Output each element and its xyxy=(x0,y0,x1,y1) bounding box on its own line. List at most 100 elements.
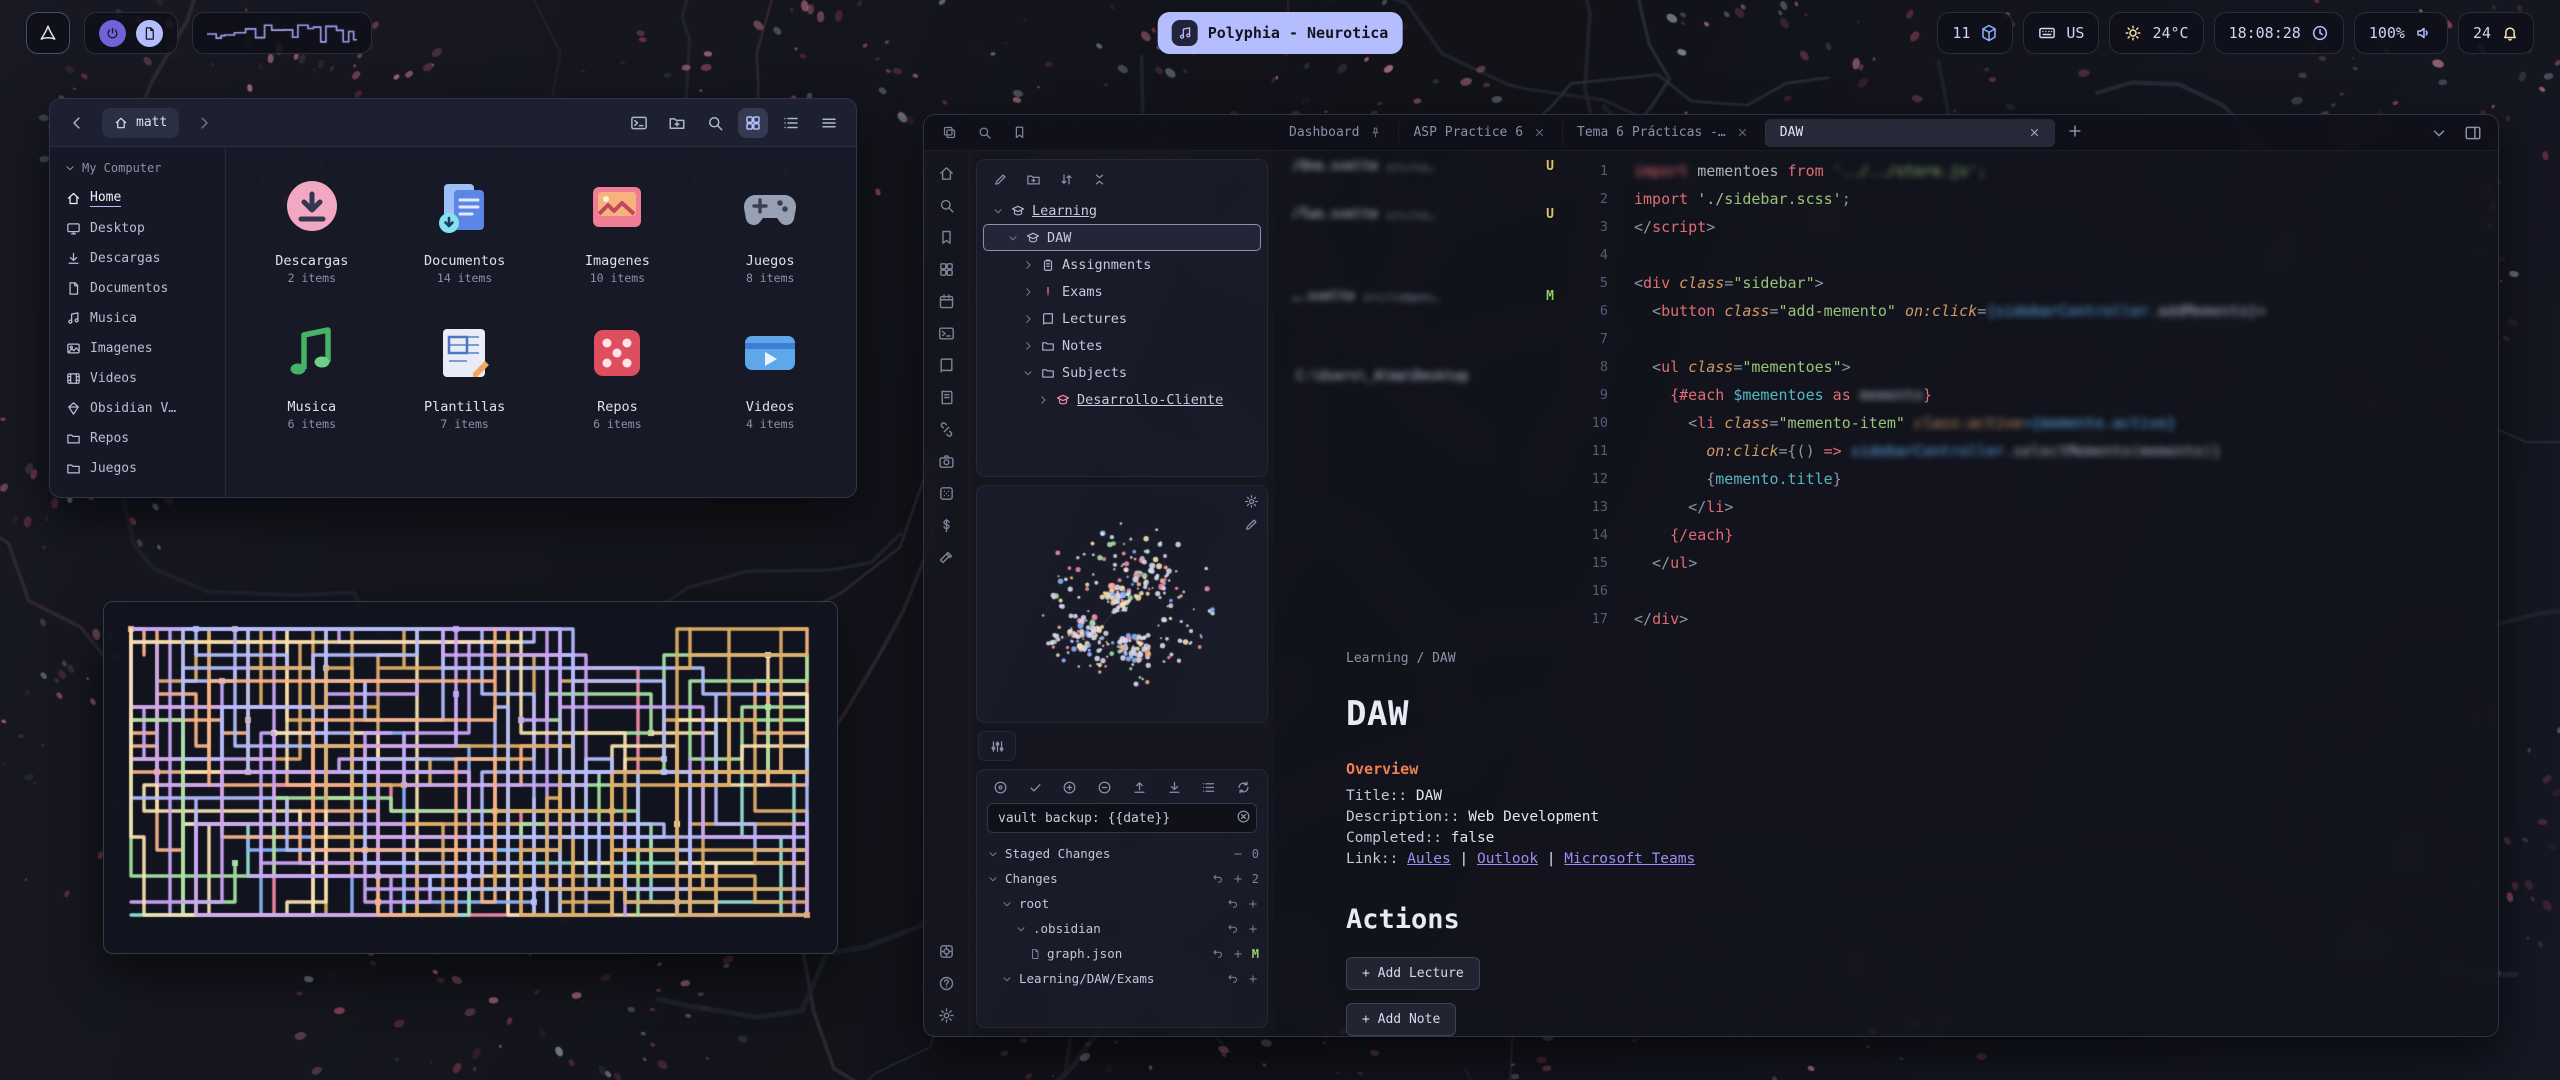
new-folder-icon[interactable] xyxy=(1026,172,1041,187)
canvas-icon[interactable] xyxy=(938,261,955,278)
sidebar-item-descargas[interactable]: Descargas xyxy=(58,243,217,273)
folder-musica[interactable]: Musica6 items xyxy=(237,315,387,431)
plus-icon[interactable] xyxy=(1232,873,1244,885)
folder-juegos[interactable]: Juegos8 items xyxy=(695,169,845,285)
undo-icon[interactable] xyxy=(1212,948,1224,960)
push-icon[interactable] xyxy=(1132,780,1147,795)
notes-button[interactable] xyxy=(136,20,163,47)
git-row-learning-daw-exams[interactable]: Learning/DAW/Exams xyxy=(985,966,1259,991)
scm-file[interactable]: /Two.sveltesrc/co…U xyxy=(1292,207,1554,222)
new-folder-button[interactable] xyxy=(662,108,692,138)
sidebar-item-juegos[interactable]: Juegos xyxy=(58,453,217,483)
journal-icon[interactable] xyxy=(938,389,955,406)
bookmarks-icon[interactable] xyxy=(1012,125,1027,140)
explorer-item-exams[interactable]: Exams xyxy=(983,278,1261,305)
notifications-module[interactable]: 24 xyxy=(2458,12,2534,54)
git-row-staged-changes[interactable]: Staged Changes0 xyxy=(985,841,1259,866)
tab-search-icon[interactable] xyxy=(977,125,992,140)
media-module[interactable]: Polyphia - Neurotica xyxy=(1158,12,1403,54)
home-icon[interactable] xyxy=(938,165,955,182)
search-button[interactable] xyxy=(700,108,730,138)
new-note-icon[interactable] xyxy=(993,172,1008,187)
collapse-all-icon[interactable] xyxy=(1092,172,1107,187)
back-button[interactable] xyxy=(62,108,92,138)
link-microsoft-teams[interactable]: Microsoft Teams xyxy=(1564,851,1695,867)
finance-icon[interactable] xyxy=(938,517,955,534)
git-row-changes[interactable]: Changes2 xyxy=(985,866,1259,891)
daily-notes-icon[interactable] xyxy=(938,293,955,310)
scm-file[interactable]: ….sveltesrc/compon…M xyxy=(1292,289,1554,304)
sort-order-icon[interactable] xyxy=(1059,172,1074,187)
help-icon[interactable] xyxy=(938,975,955,992)
menu-button[interactable] xyxy=(814,108,844,138)
clock-module[interactable]: 18:08:28 xyxy=(2214,12,2344,54)
change-layout-icon[interactable] xyxy=(1201,780,1216,795)
reading-view-icon[interactable] xyxy=(938,357,955,374)
folder-imagenes[interactable]: Imagenes10 items xyxy=(542,169,692,285)
explorer-item-desarrollo-cliente[interactable]: Desarrollo-Cliente xyxy=(983,386,1261,413)
broken-links-icon[interactable] xyxy=(938,421,955,438)
sidebar-item-videos[interactable]: Videos xyxy=(58,363,217,393)
graph-brush-icon[interactable] xyxy=(1244,517,1259,532)
updates-module[interactable]: 11 xyxy=(1937,12,2013,54)
filters-button[interactable] xyxy=(978,731,1016,761)
graph-canvas[interactable] xyxy=(977,486,1267,720)
explorer-item-notes[interactable]: Notes xyxy=(983,332,1261,359)
screenshot-icon[interactable] xyxy=(938,453,955,470)
tab-daw[interactable]: DAW xyxy=(1765,119,2055,147)
open-terminal-button[interactable] xyxy=(624,108,654,138)
explorer-item-subjects[interactable]: Subjects xyxy=(983,359,1261,386)
search-icon[interactable] xyxy=(938,197,955,214)
sidebar-item-obsidian-v[interactable]: Obsidian V… xyxy=(58,393,217,423)
graph-settings-icon[interactable] xyxy=(1244,494,1259,509)
tab-list-icon[interactable] xyxy=(2430,124,2448,142)
explorer-item-learning[interactable]: Learning xyxy=(983,197,1261,224)
volume-module[interactable]: 100% xyxy=(2354,12,2448,54)
folder-repos[interactable]: Repos6 items xyxy=(542,315,692,431)
unstage-all-icon[interactable] xyxy=(1097,780,1112,795)
tab-dashboard[interactable]: Dashboard xyxy=(1275,119,1396,147)
folder-documentos[interactable]: Documentos14 items xyxy=(390,169,540,285)
pull-icon[interactable] xyxy=(1167,780,1182,795)
tools-icon[interactable] xyxy=(938,549,955,566)
close-icon[interactable] xyxy=(1736,126,1749,139)
stacked-tabs-icon[interactable] xyxy=(942,125,957,140)
minus-icon[interactable] xyxy=(1232,848,1244,860)
settings-icon[interactable] xyxy=(938,1007,955,1024)
bookmarks-icon[interactable] xyxy=(938,229,955,246)
tab-tema-6-pr-cticas[interactable]: Tema 6 Prácticas -… xyxy=(1562,119,1763,147)
breadcrumb[interactable]: matt xyxy=(102,108,179,138)
link-aules[interactable]: Aules xyxy=(1407,851,1451,867)
stage-all-icon[interactable] xyxy=(1062,780,1077,795)
folder-descargas[interactable]: Descargas2 items xyxy=(237,169,387,285)
explorer-item-assignments[interactable]: Assignments xyxy=(983,251,1261,278)
sidebar-header[interactable]: My Computer xyxy=(58,157,217,183)
plus-icon[interactable] xyxy=(1232,948,1244,960)
sidebar-item-home[interactable]: Home xyxy=(58,183,217,213)
plus-icon[interactable] xyxy=(1247,973,1259,985)
folder-videos[interactable]: Videos4 items xyxy=(695,315,845,431)
explorer-item-lectures[interactable]: Lectures xyxy=(983,305,1261,332)
explorer-item-daw[interactable]: DAW xyxy=(983,224,1261,251)
scm-file[interactable]: /One.sveltesrc/co…U xyxy=(1292,159,1554,174)
list-view-button[interactable] xyxy=(776,108,806,138)
refresh-icon[interactable] xyxy=(1236,780,1251,795)
folder-plantillas[interactable]: Plantillas7 items xyxy=(390,315,540,431)
undo-icon[interactable] xyxy=(1212,873,1224,885)
grid-view-button[interactable] xyxy=(738,108,768,138)
forward-button[interactable] xyxy=(189,108,219,138)
random-note-icon[interactable] xyxy=(938,485,955,502)
sidebar-item-repos[interactable]: Repos xyxy=(58,423,217,453)
close-icon[interactable] xyxy=(2028,126,2041,139)
plus-icon[interactable] xyxy=(1247,923,1259,935)
sidebar-item-imagenes[interactable]: Imagenes xyxy=(58,333,217,363)
clear-message-icon[interactable] xyxy=(1236,809,1251,828)
vault-switcher-icon[interactable] xyxy=(938,943,955,960)
new-tab-button[interactable] xyxy=(2066,122,2084,144)
sidebar-item-musica[interactable]: Musica xyxy=(58,303,217,333)
commit-icon[interactable] xyxy=(993,780,1008,795)
sidebar-item-desktop[interactable]: Desktop xyxy=(58,213,217,243)
launcher-button[interactable] xyxy=(26,12,70,54)
git-row-graph-json[interactable]: graph.jsonM xyxy=(985,941,1259,966)
close-icon[interactable] xyxy=(1533,126,1546,139)
